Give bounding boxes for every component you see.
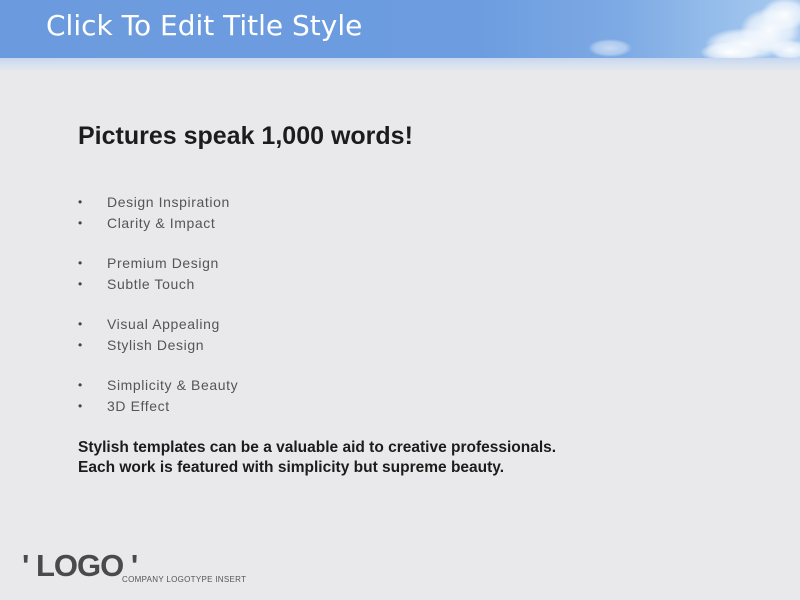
paragraph-line: Each work is featured with simplicity bu… — [78, 459, 505, 476]
header-stripe — [0, 58, 800, 70]
bullet-dot-icon: • — [78, 256, 83, 271]
bullet-item[interactable]: • Subtle Touch — [78, 274, 238, 295]
bullet-item[interactable]: • Design Inspiration — [78, 192, 238, 213]
logo-caption: COMPANY LOGOTYPE INSERT — [122, 575, 247, 584]
bullet-text: 3D Effect — [107, 397, 170, 414]
bullet-item[interactable]: • Simplicity & Beauty — [78, 375, 238, 396]
bullet-dot-icon: • — [78, 276, 83, 291]
bullet-dot-icon: • — [78, 398, 83, 413]
bullet-group: • Simplicity & Beauty • 3D Effect — [78, 375, 238, 416]
bullet-dot-icon: • — [78, 337, 83, 352]
slide-heading[interactable]: Pictures speak 1,000 words! — [78, 122, 413, 151]
bullet-text: Design Inspiration — [107, 194, 230, 211]
clouds-image — [588, 0, 800, 58]
bullet-group: • Premium Design • Subtle Touch — [78, 253, 238, 294]
bullet-group: • Visual Appealing • Stylish Design — [78, 314, 238, 355]
bullet-list: • Design Inspiration • Clarity & Impact … — [78, 192, 238, 416]
bullet-text: Subtle Touch — [107, 275, 195, 292]
body-paragraph[interactable]: Stylish templates can be a valuable aid … — [78, 438, 556, 478]
bullet-dot-icon: • — [78, 317, 83, 332]
bullet-text: Visual Appealing — [107, 316, 220, 333]
company-logo: ' LOGO ' — [22, 548, 138, 583]
bullet-item[interactable]: • Stylish Design — [78, 335, 238, 356]
bullet-text: Clarity & Impact — [107, 214, 216, 231]
bullet-text: Simplicity & Beauty — [107, 377, 239, 394]
bullet-dot-icon: • — [78, 378, 83, 393]
paragraph-line: Stylish templates can be a valuable aid … — [78, 439, 557, 456]
bullet-group: • Design Inspiration • Clarity & Impact — [78, 192, 238, 233]
bullet-text: Premium Design — [107, 255, 219, 272]
bullet-text: Stylish Design — [107, 336, 205, 353]
bullet-item[interactable]: • Premium Design — [78, 253, 238, 274]
bullet-item[interactable]: • 3D Effect — [78, 396, 238, 417]
bullet-item[interactable]: • Clarity & Impact — [78, 213, 238, 234]
bullet-dot-icon: • — [78, 215, 83, 230]
title-bar: Click To Edit Title Style — [0, 0, 800, 58]
bullet-dot-icon: • — [78, 195, 83, 210]
bullet-item[interactable]: • Visual Appealing — [78, 314, 238, 335]
slide-title[interactable]: Click To Edit Title Style — [46, 9, 362, 42]
